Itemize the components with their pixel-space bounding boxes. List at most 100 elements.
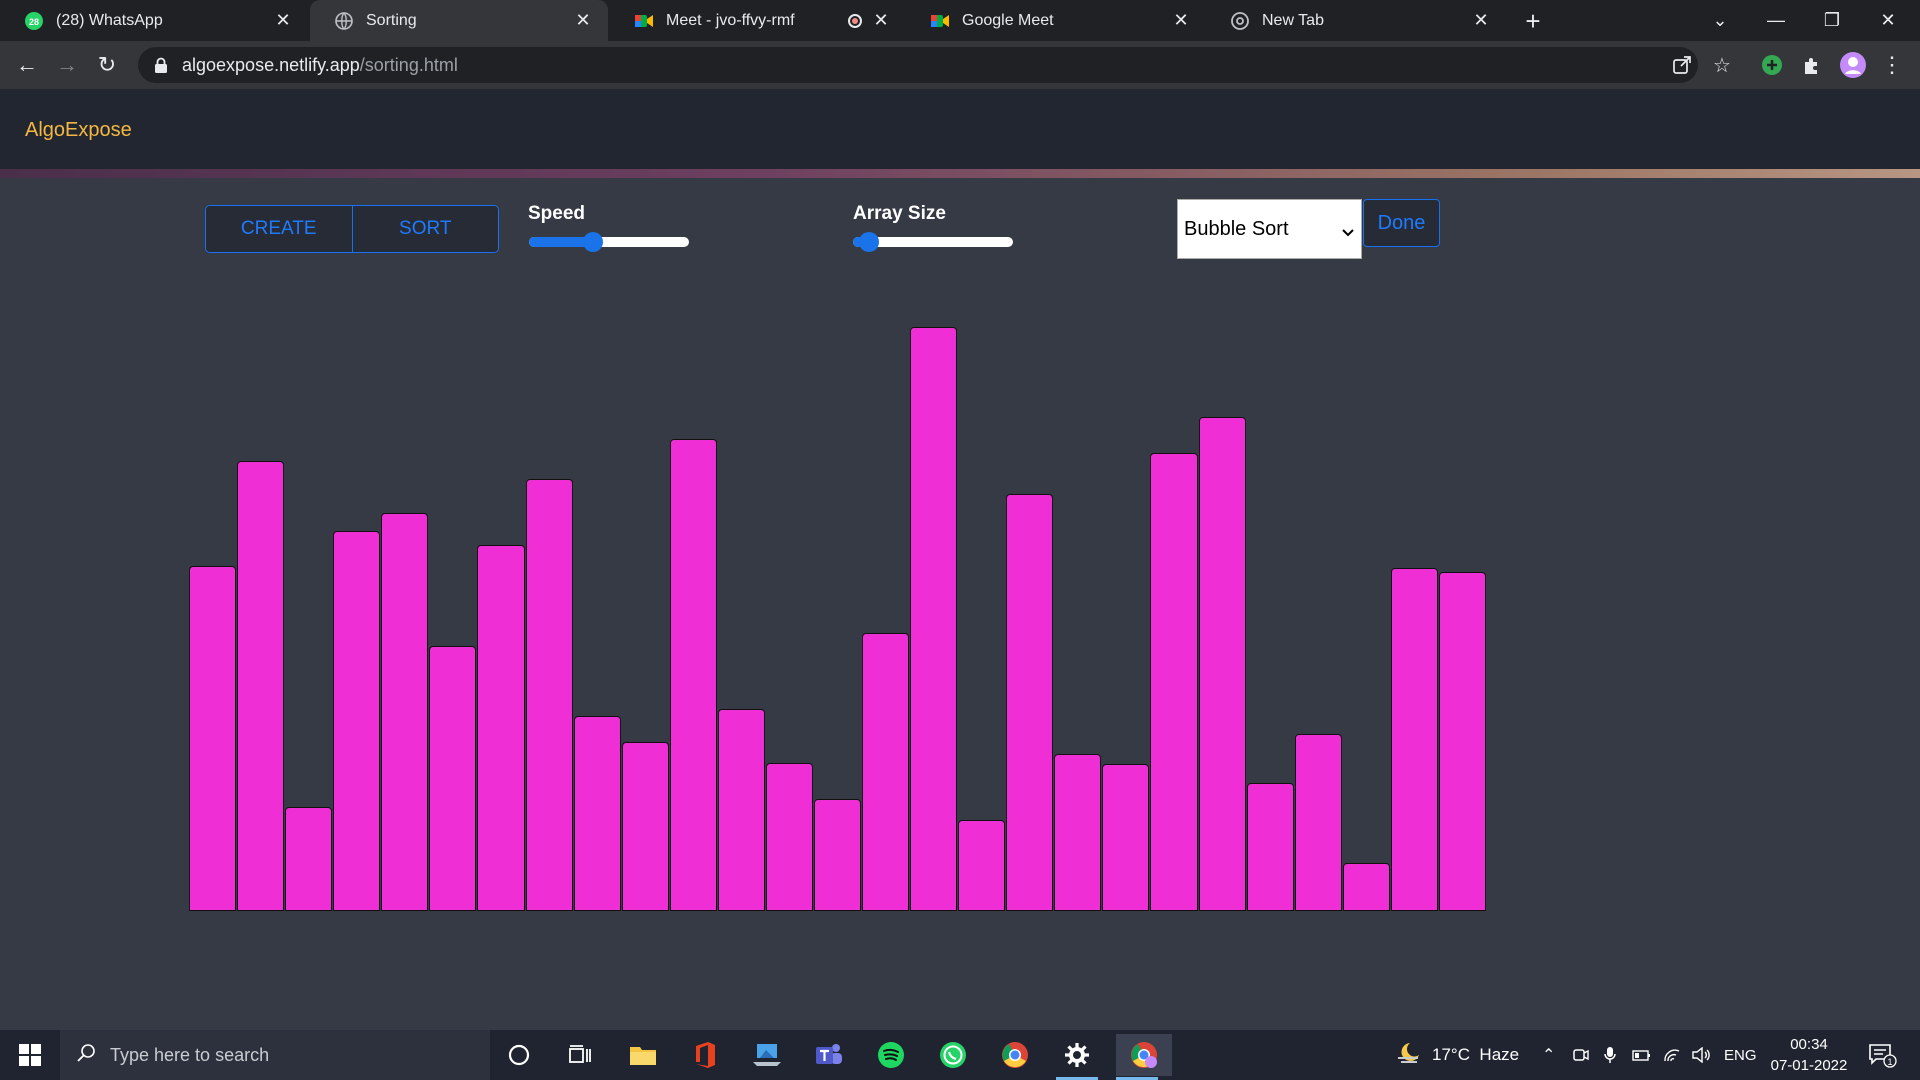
profile-avatar[interactable]: [1838, 50, 1868, 80]
microphone-icon[interactable]: [1603, 1030, 1617, 1080]
array-bar: [1294, 734, 1342, 911]
wifi-icon[interactable]: [1663, 1030, 1681, 1080]
close-icon[interactable]: ✕: [1170, 9, 1192, 31]
forward-button[interactable]: →: [51, 49, 83, 81]
array-bar: [477, 545, 525, 911]
close-window-button[interactable]: ✕: [1860, 0, 1916, 41]
url-host: algoexpose.netlify.app: [182, 54, 360, 75]
close-icon[interactable]: ✕: [572, 9, 594, 31]
new-tab-button[interactable]: +: [1518, 6, 1548, 36]
extension-plus-icon[interactable]: [1757, 50, 1787, 80]
teams-icon[interactable]: [808, 1034, 850, 1076]
array-bar: [669, 438, 717, 911]
volume-icon[interactable]: [1691, 1030, 1711, 1080]
search-placeholder: Type here to search: [110, 1044, 270, 1065]
google-meet-icon: [930, 11, 950, 31]
tab-sorting[interactable]: Sorting ✕: [310, 0, 608, 41]
sort-button[interactable]: SORT: [351, 206, 498, 252]
array-bar: [1198, 417, 1246, 911]
close-icon[interactable]: ✕: [272, 9, 294, 31]
share-icon[interactable]: [1668, 51, 1696, 79]
bookmark-star-icon[interactable]: ☆: [1708, 51, 1736, 79]
spotify-icon[interactable]: [870, 1034, 912, 1076]
weather-text: 17°C Haze: [1432, 1045, 1520, 1064]
weather-widget[interactable]: 17°C Haze: [1396, 1030, 1519, 1080]
windows-start-button[interactable]: [0, 1030, 60, 1080]
meet-tray-icon[interactable]: [1573, 1030, 1589, 1080]
array-bar: [1246, 783, 1294, 911]
svg-text:28: 28: [29, 17, 39, 27]
lock-icon: [154, 57, 168, 73]
tab-title: New Tab: [1262, 11, 1324, 29]
array-bar: [1006, 493, 1054, 911]
close-icon[interactable]: ✕: [870, 9, 892, 31]
back-button[interactable]: ←: [11, 49, 43, 81]
speed-slider[interactable]: [529, 232, 689, 252]
array-bar: [813, 799, 862, 911]
chevron-down-icon: [1341, 222, 1355, 237]
taskbar-search-box[interactable]: Type here to search: [60, 1030, 490, 1080]
close-icon[interactable]: ✕: [1470, 9, 1492, 31]
array-size-slider[interactable]: [853, 232, 1013, 252]
array-bar: [1438, 572, 1486, 911]
page-content: AlgoExpose CREATE SORT Speed Array Size …: [0, 89, 1920, 1030]
navbar: AlgoExpose: [0, 89, 1920, 169]
notification-center-icon[interactable]: 1: [1868, 1030, 1898, 1080]
tab-title: Meet - jvo-ffvy-rmf: [666, 11, 795, 29]
array-bar: [910, 327, 958, 911]
tab-new-tab[interactable]: New Tab ✕: [1206, 0, 1506, 41]
array-bar: [1102, 764, 1150, 911]
language-indicator[interactable]: ENG: [1724, 1030, 1757, 1080]
tab-google-meet[interactable]: Google Meet ✕: [906, 0, 1206, 41]
tab-meet-call[interactable]: Meet - jvo-ffvy-rmf ✕: [610, 0, 906, 41]
array-bar: [717, 708, 765, 911]
browser-toolbar: ← → ↻ algoexpose.netlify.app/sorting.htm…: [0, 41, 1920, 89]
recording-icon: [848, 14, 862, 28]
minimize-button[interactable]: —: [1748, 0, 1804, 41]
array-bar: [621, 742, 669, 911]
clock[interactable]: 00:34 07-01-2022: [1764, 1034, 1854, 1076]
tab-title: Sorting: [366, 11, 417, 29]
algorithm-select[interactable]: Bubble Sort: [1177, 199, 1362, 259]
search-icon: [76, 1043, 96, 1068]
menu-kebab-icon[interactable]: ⋮: [1877, 50, 1907, 80]
task-view-icon[interactable]: [559, 1034, 601, 1076]
navbar-divider: [0, 169, 1920, 178]
settings-gear-icon[interactable]: [1056, 1034, 1098, 1080]
file-explorer-icon[interactable]: [622, 1034, 664, 1076]
chrome-icon: [1230, 11, 1250, 31]
office-icon[interactable]: [684, 1034, 726, 1076]
tab-search-icon[interactable]: ⌄: [1692, 0, 1748, 41]
action-button-group: CREATE SORT: [205, 205, 499, 253]
algorithm-select-value: Bubble Sort: [1184, 217, 1289, 240]
array-bars-container: [189, 327, 1487, 911]
whatsapp-icon[interactable]: [932, 1034, 974, 1076]
array-size-label: Array Size: [853, 203, 946, 224]
laptop-app-icon[interactable]: [746, 1034, 788, 1076]
array-bar: [573, 716, 621, 911]
speed-slider-thumb[interactable]: [583, 232, 603, 252]
restore-button[interactable]: ❐: [1804, 0, 1860, 41]
array-bar: [525, 478, 573, 911]
tab-whatsapp[interactable]: 28 (28) WhatsApp ✕: [0, 0, 308, 41]
array-bar: [1150, 452, 1198, 911]
array-bar: [958, 819, 1006, 911]
array-bar: [429, 645, 477, 911]
array-bar: [285, 807, 333, 911]
chrome-icon[interactable]: [994, 1034, 1036, 1076]
reload-button[interactable]: ↻: [91, 49, 123, 81]
chrome-profile-icon[interactable]: [1116, 1034, 1172, 1080]
array-bar: [862, 632, 910, 911]
battery-icon[interactable]: [1631, 1030, 1651, 1080]
tab-title: (28) WhatsApp: [56, 11, 163, 29]
address-bar[interactable]: algoexpose.netlify.app/sorting.html: [138, 47, 1698, 83]
extensions-puzzle-icon[interactable]: [1797, 50, 1827, 80]
cortana-icon[interactable]: [498, 1034, 540, 1076]
brand-link[interactable]: AlgoExpose: [25, 119, 132, 142]
show-hidden-icons-chevron-up-icon[interactable]: ⌃: [1542, 1030, 1555, 1080]
url-path: /sorting.html: [359, 54, 458, 75]
create-button[interactable]: CREATE: [206, 206, 352, 252]
array-size-slider-thumb[interactable]: [859, 232, 879, 252]
done-button[interactable]: Done: [1363, 199, 1440, 247]
array-bar: [333, 531, 381, 911]
